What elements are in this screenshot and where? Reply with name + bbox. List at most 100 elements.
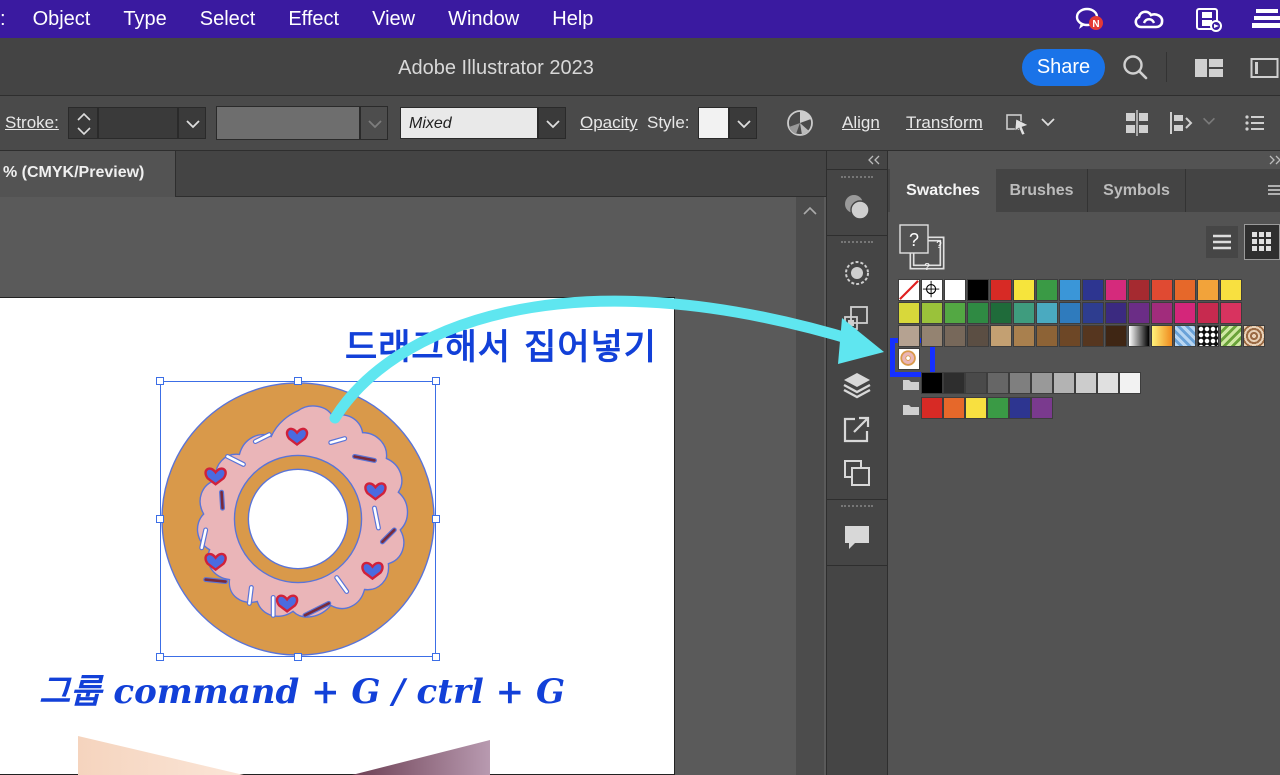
list-view-button[interactable]: [1206, 226, 1238, 258]
swatch-pattern[interactable]: [1174, 325, 1196, 347]
folder-icon[interactable]: [902, 378, 920, 391]
folder-icon[interactable]: [902, 403, 920, 416]
swatch-pattern[interactable]: [1197, 325, 1219, 347]
stroke-weight-field[interactable]: [98, 107, 178, 139]
selection-handle[interactable]: [156, 515, 164, 523]
variable-width-dropdown[interactable]: [360, 106, 388, 140]
color-swatch[interactable]: [1174, 279, 1196, 301]
panel-layout-icon[interactable]: [1250, 57, 1280, 79]
color-swatch[interactable]: [1174, 302, 1196, 324]
color-swatch[interactable]: [1059, 279, 1081, 301]
grip[interactable]: [841, 176, 873, 180]
color-swatch[interactable]: [1013, 279, 1035, 301]
color-swatch[interactable]: [1082, 302, 1104, 324]
color-swatch[interactable]: [944, 302, 966, 324]
stroke-weight-stepper[interactable]: [68, 107, 98, 139]
selection-handle[interactable]: [432, 515, 440, 523]
creative-cloud-icon[interactable]: [1132, 6, 1166, 32]
panel-menu-icon[interactable]: [1244, 112, 1266, 134]
color-swatch[interactable]: [1197, 279, 1219, 301]
color-swatch[interactable]: [990, 279, 1012, 301]
chevron-down-icon[interactable]: [1200, 112, 1218, 130]
bright-swatch[interactable]: [965, 397, 987, 419]
menu-item-help[interactable]: Help: [552, 8, 593, 31]
gray-swatch[interactable]: [921, 372, 943, 394]
align-label[interactable]: Align: [842, 113, 880, 133]
transform-panel-icon[interactable]: [841, 303, 873, 335]
color-swatch[interactable]: [990, 325, 1012, 347]
color-swatch[interactable]: [898, 302, 920, 324]
swatch-pattern[interactable]: [1243, 325, 1265, 347]
properties-icon[interactable]: [841, 257, 873, 289]
transform-label[interactable]: Transform: [906, 113, 983, 133]
color-swatch[interactable]: [1036, 279, 1058, 301]
swatch-donut-pattern[interactable]: [898, 348, 920, 370]
layers-icon[interactable]: [841, 369, 873, 401]
bright-swatch[interactable]: [921, 397, 943, 419]
menu-item-select[interactable]: Select: [200, 8, 256, 31]
color-swatch[interactable]: [1105, 325, 1127, 347]
color-swatch[interactable]: [898, 325, 920, 347]
partial-artwork[interactable]: [78, 736, 498, 775]
artboards-icon[interactable]: [841, 457, 873, 489]
tab-swatches[interactable]: Swatches: [890, 169, 996, 212]
vertical-scrollbar[interactable]: [796, 197, 824, 775]
document-tab[interactable]: % (CMYK/Preview): [0, 151, 176, 197]
color-swatch[interactable]: [944, 325, 966, 347]
color-swatch[interactable]: [1082, 279, 1104, 301]
gray-swatch[interactable]: [987, 372, 1009, 394]
color-swatch[interactable]: [1036, 302, 1058, 324]
chat-notification-icon[interactable]: N: [1075, 6, 1105, 32]
color-swatch[interactable]: [1220, 279, 1242, 301]
system-tray-icon[interactable]: [1250, 6, 1280, 32]
color-swatch[interactable]: [967, 302, 989, 324]
color-swatch[interactable]: [921, 325, 943, 347]
bright-swatch[interactable]: [987, 397, 1009, 419]
chevron-down-icon[interactable]: [1038, 112, 1058, 132]
stroke-label[interactable]: Stroke:: [5, 113, 59, 133]
menu-item-type[interactable]: Type: [123, 8, 166, 31]
collapse-arrows-icon[interactable]: [867, 155, 881, 165]
color-swatch[interactable]: [967, 279, 989, 301]
brush-definition-dropdown[interactable]: [538, 107, 566, 139]
color-swatch[interactable]: [1151, 279, 1173, 301]
gray-swatch[interactable]: [1075, 372, 1097, 394]
selection-bounding-box[interactable]: [160, 381, 436, 657]
bright-swatch[interactable]: [1031, 397, 1053, 419]
stroke-weight-dropdown[interactable]: [178, 107, 206, 139]
swatch-gradient[interactable]: [1128, 325, 1150, 347]
grip[interactable]: [841, 505, 873, 509]
tab-symbols[interactable]: Symbols: [1088, 169, 1186, 212]
canvas-area[interactable]: 드래그해서 집어넣기 그룹 command + G / ctrl + G: [0, 197, 826, 775]
swatch-registration[interactable]: [921, 279, 943, 301]
panel-menu-icon[interactable]: [1266, 183, 1280, 197]
color-swatch[interactable]: [967, 325, 989, 347]
menu-item-effect[interactable]: Effect: [288, 8, 339, 31]
comments-icon[interactable]: [841, 521, 873, 553]
fill-stroke-indicator[interactable]: ? ? ?: [898, 223, 948, 273]
swatch-pattern[interactable]: [1220, 325, 1242, 347]
color-swatch[interactable]: [1128, 279, 1150, 301]
chevron-up-icon[interactable]: [796, 197, 824, 225]
menu-item-view[interactable]: View: [372, 8, 415, 31]
variable-width-profile[interactable]: [216, 106, 360, 140]
arrange-icon[interactable]: [1168, 110, 1194, 136]
gray-swatch[interactable]: [1097, 372, 1119, 394]
graphic-style-swatch[interactable]: [698, 107, 729, 139]
graphic-style-dropdown[interactable]: [729, 107, 757, 139]
menu-item-window[interactable]: Window: [448, 8, 519, 31]
swatch-none[interactable]: [898, 279, 920, 301]
opacity-label[interactable]: Opacity: [580, 113, 638, 133]
bright-swatch[interactable]: [943, 397, 965, 419]
color-swatch[interactable]: [1105, 302, 1127, 324]
grid-view-button[interactable]: [1244, 224, 1280, 260]
color-swatch[interactable]: [1220, 302, 1242, 324]
color-swatch[interactable]: [921, 302, 943, 324]
menu-item-clipped[interactable]: :: [0, 8, 6, 31]
color-swatch[interactable]: [1013, 325, 1035, 347]
color-swatch[interactable]: [1059, 302, 1081, 324]
gray-swatch[interactable]: [1009, 372, 1031, 394]
gray-swatch[interactable]: [1053, 372, 1075, 394]
align-distribute-icon[interactable]: [1124, 110, 1150, 136]
color-swatch[interactable]: [1151, 302, 1173, 324]
